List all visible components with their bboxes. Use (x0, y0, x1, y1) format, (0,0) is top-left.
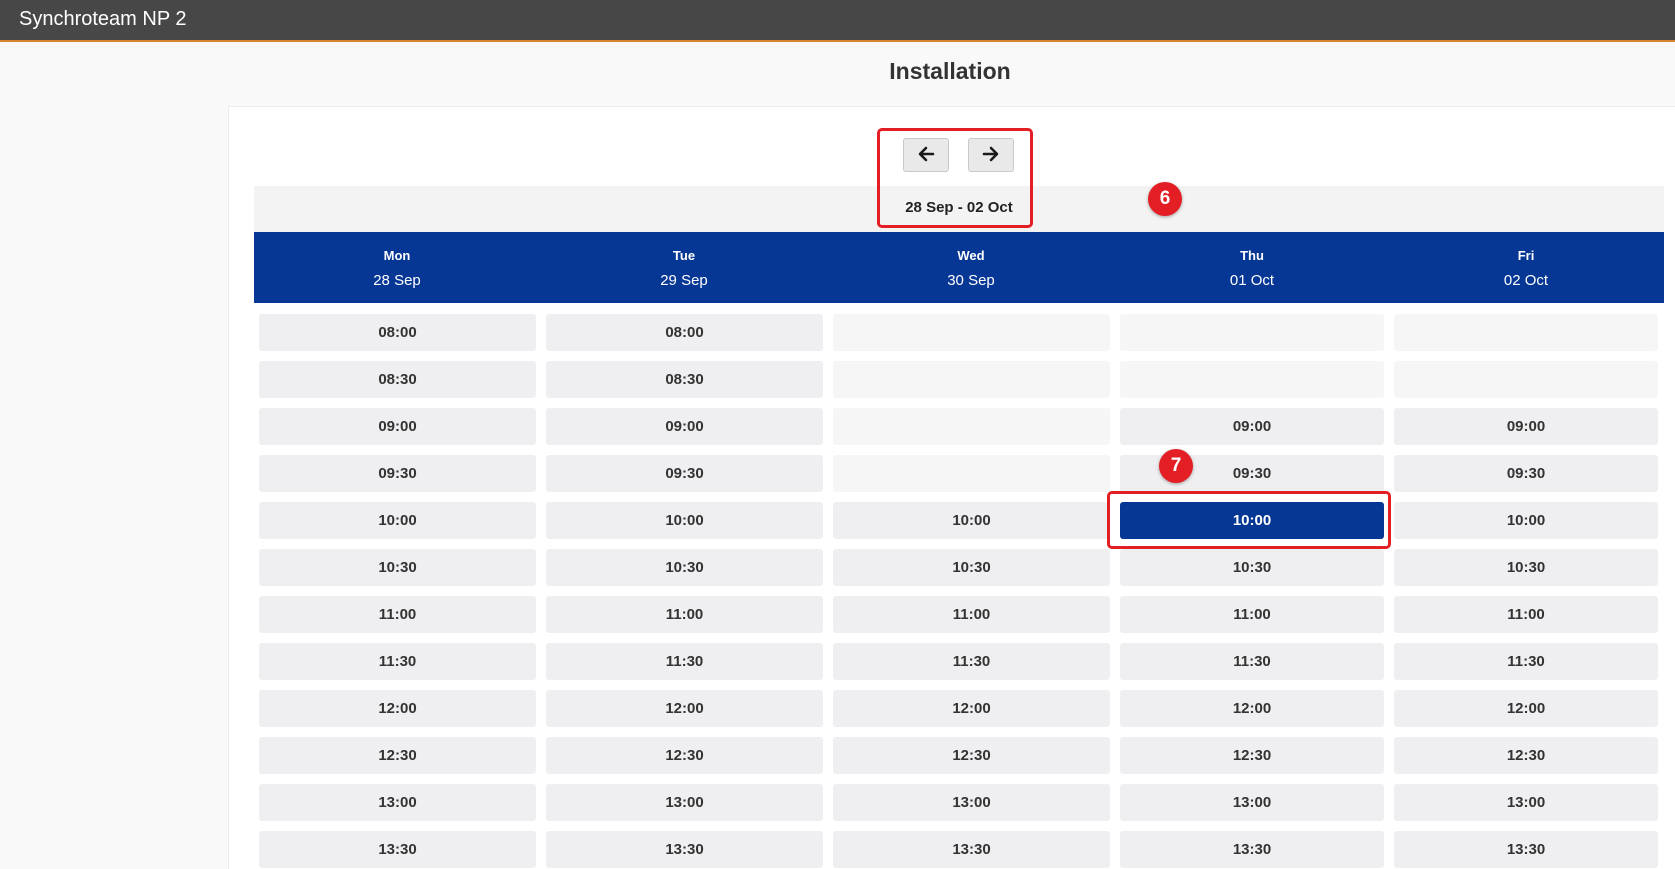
time-slot[interactable]: 13:30 (1394, 831, 1658, 868)
time-slot-empty (1394, 361, 1658, 398)
time-slot[interactable]: 11:00 (1394, 596, 1658, 633)
time-slot[interactable]: 10:30 (1394, 549, 1658, 586)
time-slot[interactable]: 10:30 (259, 549, 536, 586)
time-slot[interactable]: 10:00 (833, 502, 1110, 539)
time-slot[interactable]: 11:30 (833, 643, 1110, 680)
time-slot[interactable]: 10:00 (1394, 502, 1658, 539)
day-date: 02 Oct (1503, 272, 1549, 289)
time-slot[interactable]: 12:00 (833, 690, 1110, 727)
time-slot[interactable]: 10:30 (546, 549, 823, 586)
prev-week-button[interactable] (903, 138, 949, 172)
day-date: 28 Sep (373, 272, 421, 289)
time-slot[interactable]: 11:00 (546, 596, 823, 633)
day-header-mon: Mon 28 Sep (277, 232, 517, 303)
app-title: Synchroteam NP 2 (19, 8, 187, 30)
time-slot[interactable]: 12:30 (546, 737, 823, 774)
time-slot-empty (833, 408, 1110, 445)
time-slot[interactable]: 12:30 (1120, 737, 1384, 774)
annotation-badge-6: 6 (1148, 182, 1182, 216)
time-slot-empty (1120, 361, 1384, 398)
time-slot-empty (833, 455, 1110, 492)
time-slot[interactable]: 12:00 (259, 690, 536, 727)
time-slot[interactable]: 11:00 (259, 596, 536, 633)
time-slot[interactable]: 13:00 (1394, 784, 1658, 821)
time-slot[interactable]: 09:00 (1120, 408, 1384, 445)
time-slot[interactable]: 10:00 (259, 502, 536, 539)
time-slot[interactable]: 12:00 (1394, 690, 1658, 727)
time-slot[interactable]: 13:30 (833, 831, 1110, 868)
time-slot[interactable]: 09:00 (259, 408, 536, 445)
time-slot-empty (833, 314, 1110, 351)
time-slot[interactable]: 08:00 (259, 314, 536, 351)
time-slot[interactable]: 11:30 (1120, 643, 1384, 680)
week-range-label: 28 Sep - 02 Oct (905, 199, 1013, 216)
day-name: Thu (1240, 248, 1264, 263)
day-header-thu: Thu 01 Oct (1132, 232, 1372, 303)
time-slot[interactable]: 13:00 (1120, 784, 1384, 821)
annotation-badge-7: 7 (1159, 449, 1193, 483)
time-slot[interactable]: 08:30 (259, 361, 536, 398)
time-slot[interactable]: 11:00 (1120, 596, 1384, 633)
time-slot[interactable]: 11:00 (833, 596, 1110, 633)
time-slot[interactable]: 11:30 (259, 643, 536, 680)
day-name: Mon (383, 248, 411, 263)
day-header-wed: Wed 30 Sep (851, 232, 1091, 303)
day-date: 01 Oct (1229, 272, 1275, 289)
top-bar: Synchroteam NP 2 (0, 0, 1675, 42)
day-header-tue: Tue 29 Sep (564, 232, 804, 303)
time-slot[interactable]: 12:30 (259, 737, 536, 774)
day-name: Tue (672, 248, 696, 263)
days-header: Mon 28 Sep Tue 29 Sep Wed 30 Sep Thu 01 Oct Fri 0… (254, 232, 1664, 303)
time-slot[interactable]: 09:00 (546, 408, 823, 445)
time-slot[interactable]: 09:30 (259, 455, 536, 492)
time-slot[interactable]: 09:30 (546, 455, 823, 492)
next-week-button[interactable] (968, 138, 1014, 172)
time-slot[interactable]: 12:00 (1120, 690, 1384, 727)
day-date: 30 Sep (947, 272, 995, 289)
day-header-fri: Fri 02 Oct (1406, 232, 1646, 303)
time-slot[interactable]: 13:00 (833, 784, 1110, 821)
time-slot[interactable]: 12:30 (833, 737, 1110, 774)
time-slot[interactable]: 09:30 (1394, 455, 1658, 492)
day-date: 29 Sep (660, 272, 708, 289)
time-slot[interactable]: 13:00 (259, 784, 536, 821)
time-slot[interactable]: 10:30 (833, 549, 1110, 586)
time-slot[interactable]: 12:00 (546, 690, 823, 727)
time-slot[interactable]: 09:00 (1394, 408, 1658, 445)
page-title: Installation (889, 58, 1011, 84)
time-slot-empty (833, 361, 1110, 398)
time-slot[interactable]: 13:00 (546, 784, 823, 821)
day-name: Fri (1517, 248, 1535, 263)
time-slot[interactable]: 13:30 (259, 831, 536, 868)
time-slot[interactable]: 08:00 (546, 314, 823, 351)
time-slot[interactable]: 13:30 (546, 831, 823, 868)
time-slot[interactable]: 12:30 (1394, 737, 1658, 774)
time-slot[interactable]: 08:30 (546, 361, 823, 398)
arrow-left-icon (917, 145, 935, 166)
time-slot[interactable]: 10:30 (1120, 549, 1384, 586)
arrow-right-icon (982, 145, 1000, 166)
time-slot-selected[interactable]: 10:00 (1120, 502, 1384, 539)
time-slot[interactable]: 11:30 (546, 643, 823, 680)
time-slot[interactable]: 10:00 (546, 502, 823, 539)
time-slot[interactable]: 13:30 (1120, 831, 1384, 868)
time-slot-empty (1120, 314, 1384, 351)
time-slot-empty (1394, 314, 1658, 351)
time-slot[interactable]: 11:30 (1394, 643, 1658, 680)
day-name: Wed (957, 248, 985, 263)
